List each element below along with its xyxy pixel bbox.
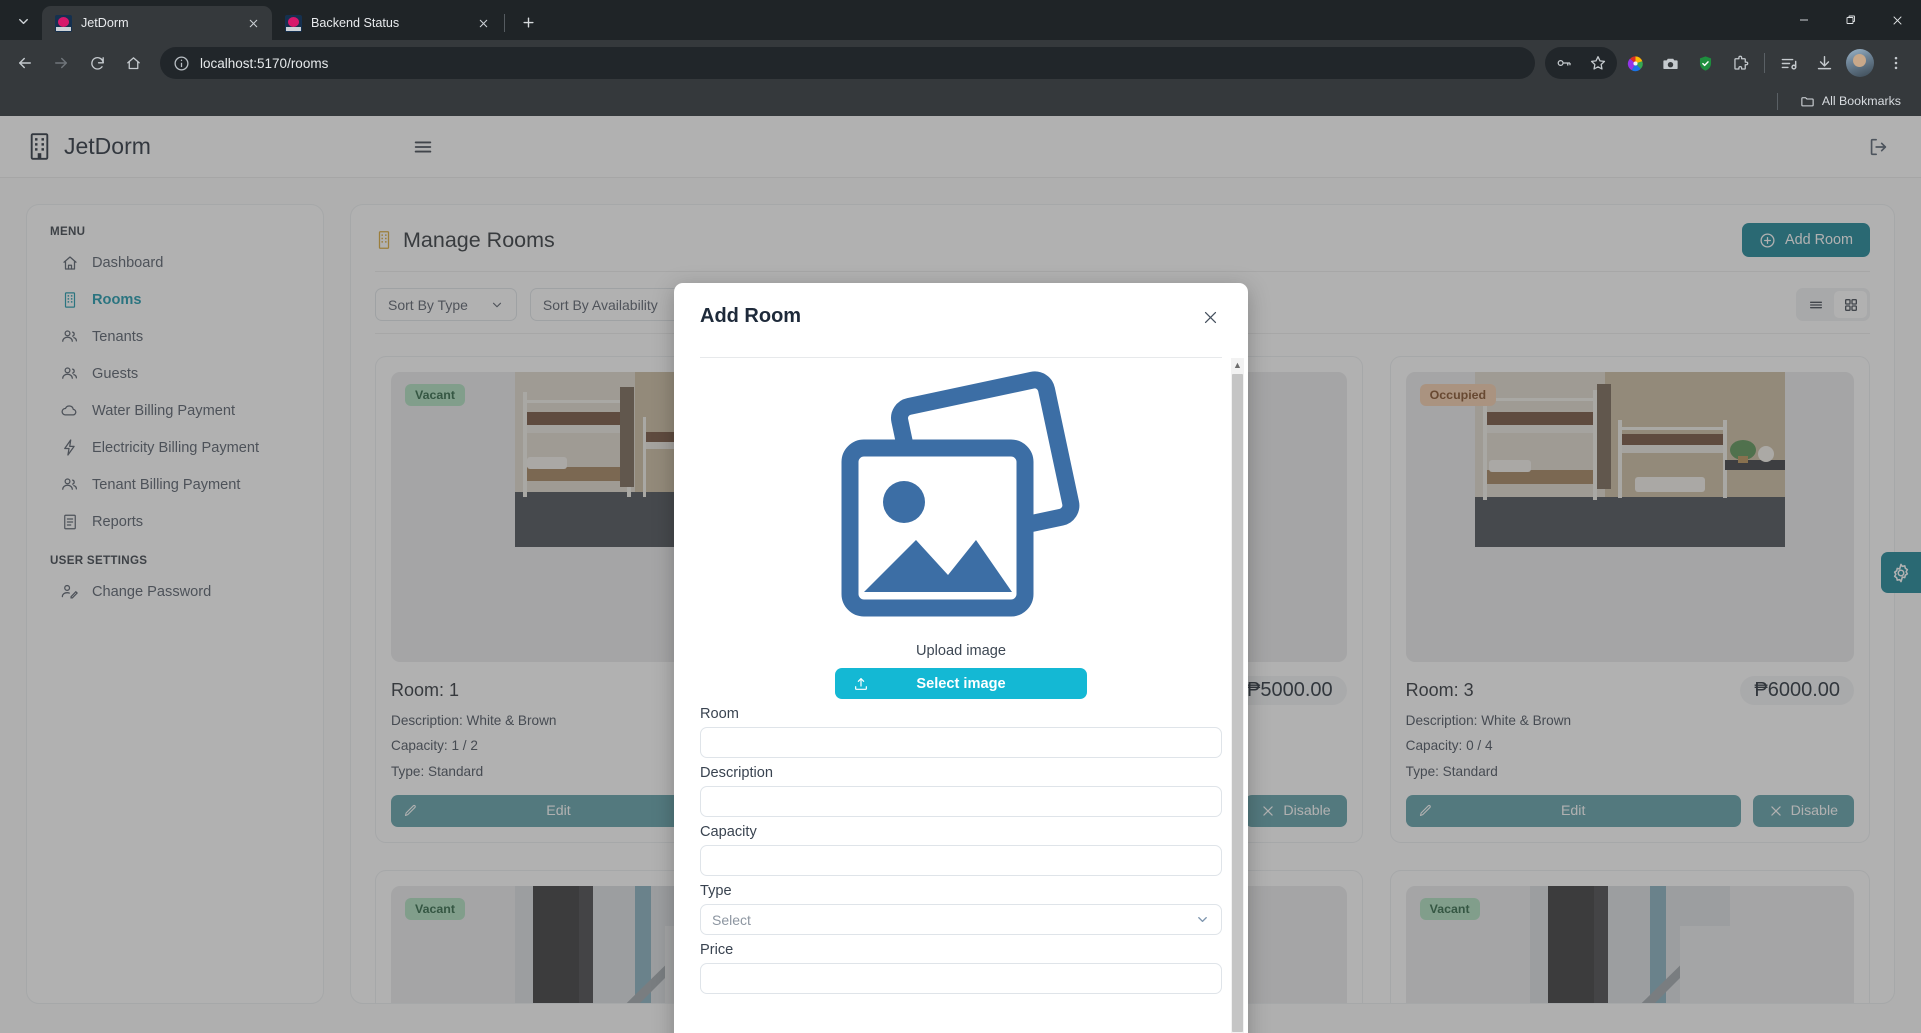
close-icon[interactable]	[244, 14, 262, 32]
shield-extension-icon[interactable]	[1688, 46, 1722, 80]
select-image-button[interactable]: Select image	[835, 668, 1087, 699]
browser-window: JetDorm Backend Status localhost:5170/ro…	[0, 0, 1921, 1033]
tab-favicon	[285, 14, 302, 32]
url-text: localhost:5170/rooms	[200, 55, 329, 71]
type-field-label: Type	[700, 883, 732, 899]
type-select[interactable]: Select	[700, 904, 1222, 935]
description-field: Description	[700, 758, 1222, 817]
chevron-down-icon	[1195, 912, 1210, 927]
tab-favicon	[55, 14, 72, 32]
minimize-icon[interactable]	[1780, 0, 1827, 40]
add-room-modal: Add Room Upload image Select image Room …	[674, 283, 1248, 1033]
upload-icon	[853, 676, 869, 692]
browser-tab-jetdorm[interactable]: JetDorm	[42, 6, 272, 40]
close-icon[interactable]	[1198, 305, 1222, 329]
reload-icon[interactable]	[80, 46, 114, 80]
upload-caption: Upload image	[915, 643, 1007, 659]
room-field-label: Room	[700, 706, 739, 722]
page-viewport: JetDorm MENU Dashboard Rooms Tenants Gue…	[0, 116, 1921, 1033]
close-window-icon[interactable]	[1874, 0, 1921, 40]
bookmark-star-icon[interactable]	[1581, 46, 1615, 80]
scrollbar-thumb[interactable]	[1232, 374, 1243, 1032]
bookmarks-bar: All Bookmarks	[0, 86, 1921, 116]
modal-scrollbar[interactable]: ▲ ▼	[1231, 358, 1244, 1033]
type-field: Type Select	[700, 876, 1222, 935]
password-key-icon[interactable]	[1547, 46, 1581, 80]
type-select-value: Select	[712, 911, 751, 928]
tab-title: Backend Status	[311, 16, 400, 30]
folder-icon	[1801, 96, 1814, 106]
omnibox-actions	[1545, 47, 1617, 79]
downloads-icon[interactable]	[1807, 46, 1841, 80]
bookmarks-divider	[1776, 92, 1778, 110]
modal-title: Add Room	[700, 305, 802, 327]
image-upload-area[interactable]: Upload image Select image	[700, 358, 1222, 699]
browser-tab-backend-status[interactable]: Backend Status	[272, 6, 502, 40]
room-field: Room	[700, 699, 1222, 758]
maximize-icon[interactable]	[1827, 0, 1874, 40]
close-icon[interactable]	[474, 14, 492, 32]
browser-toolbar: localhost:5170/rooms	[0, 40, 1921, 86]
forward-icon[interactable]	[44, 46, 78, 80]
window-controls	[1780, 0, 1921, 40]
scroll-up-icon[interactable]: ▲	[1233, 358, 1242, 373]
price-field-label: Price	[700, 942, 734, 958]
all-bookmarks-label: All Bookmarks	[1821, 94, 1901, 108]
capacity-field: Capacity	[700, 817, 1222, 876]
media-playlist-icon[interactable]	[1772, 46, 1806, 80]
modal-header: Add Room	[674, 283, 1248, 329]
modal-form: Upload image Select image Room Descripti…	[674, 358, 1248, 1033]
tab-search-icon[interactable]	[8, 6, 38, 36]
capacity-input[interactable]	[700, 845, 1222, 876]
site-info-icon[interactable]	[173, 55, 190, 72]
toolbar-divider	[1764, 53, 1765, 73]
room-input[interactable]	[700, 727, 1222, 758]
home-icon[interactable]	[116, 46, 150, 80]
toolbar-right-actions	[1545, 46, 1913, 80]
chrome-menu-icon[interactable]	[1879, 46, 1913, 80]
new-tab-icon[interactable]	[513, 7, 543, 37]
screenshot-extension-icon[interactable]	[1653, 46, 1687, 80]
profile-avatar[interactable]	[1846, 49, 1874, 77]
capacity-field-label: Capacity	[700, 824, 757, 840]
back-icon[interactable]	[8, 46, 42, 80]
tab-separator	[504, 14, 505, 32]
address-bar[interactable]: localhost:5170/rooms	[160, 47, 1535, 79]
extensions-puzzle-icon[interactable]	[1723, 46, 1757, 80]
image-placeholder-icon	[841, 371, 1080, 617]
select-image-label: Select image	[916, 675, 1006, 692]
all-bookmarks-button[interactable]: All Bookmarks	[1794, 91, 1907, 112]
tab-title: JetDorm	[81, 16, 129, 30]
color-picker-extension-icon[interactable]	[1618, 46, 1652, 80]
price-field: Price	[700, 935, 1222, 994]
price-input[interactable]	[700, 963, 1222, 994]
tab-strip: JetDorm Backend Status	[0, 0, 1921, 40]
description-field-label: Description	[700, 765, 773, 781]
description-input[interactable]	[700, 786, 1222, 817]
